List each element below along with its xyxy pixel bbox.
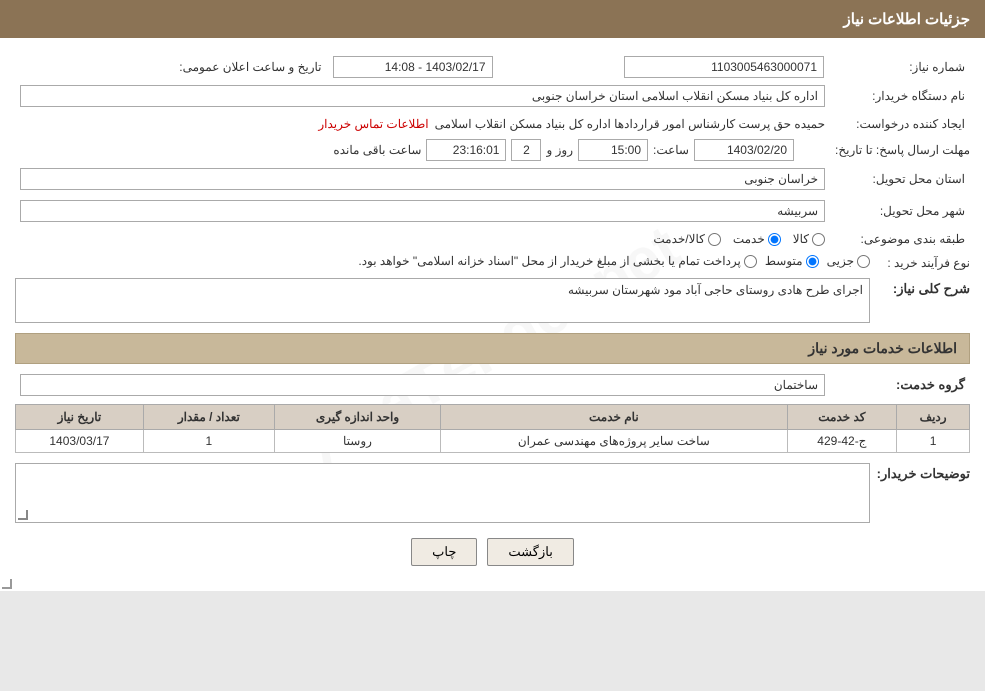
print-button[interactable]: چاپ [411, 538, 477, 566]
category-radio-group: کالا خدمت کالا/خدمت [20, 232, 825, 246]
city-value: سربیشه [20, 200, 825, 222]
process-label: نوع فرآیند خرید : [870, 254, 970, 270]
buttons-row: چاپ بازگشت [15, 538, 970, 566]
col-header-code: کد خدمت [787, 405, 897, 430]
process-jozi-label: جزیی [827, 254, 854, 268]
back-button[interactable]: بازگشت [487, 538, 573, 566]
category-khedmat-label: خدمت [733, 232, 765, 246]
col-header-unit: واحد اندازه گیری [274, 405, 440, 430]
cell-row: 1 [897, 430, 970, 453]
remaining-days: 2 [511, 139, 541, 161]
process-options: جزیی متوسط پرداخت تمام یا بخشی از مبلغ خ… [358, 254, 870, 268]
process-esnad-label: پرداخت تمام یا بخشی از مبلغ خریدار از مح… [358, 254, 741, 268]
category-option-kala[interactable]: کالا [793, 232, 825, 246]
process-mutavasset[interactable]: متوسط [765, 254, 819, 268]
cell-quantity: 1 [143, 430, 274, 453]
page-title: جزئیات اطلاعات نیاز [844, 11, 971, 28]
buyer-name-label: نام دستگاه خریدار: [830, 87, 970, 105]
category-radio-kala[interactable] [812, 233, 825, 246]
buyer-desc-resize[interactable] [18, 510, 28, 520]
process-jozi[interactable]: جزیی [827, 254, 870, 268]
announce-datetime-label: تاریخ و ساعت اعلان عمومی: [174, 58, 326, 76]
deadline-time: 15:00 [578, 139, 648, 161]
remaining-time: 23:16:01 [426, 139, 506, 161]
announce-datetime-value: 1403/02/17 - 14:08 [333, 56, 493, 78]
need-description-value: اجرای طرح هادی روستای حاجی آباد مود شهرس… [568, 283, 863, 297]
service-group-value: ساختمان [20, 374, 825, 396]
process-radio-esnad[interactable] [744, 255, 757, 268]
category-option-kala-khedmat[interactable]: کالا/خدمت [653, 232, 720, 246]
col-header-qty: تعداد / مقدار [143, 405, 274, 430]
category-radio-kala-khedmat[interactable] [708, 233, 721, 246]
deadline-date: 1403/02/20 [694, 139, 794, 161]
cell-date: 1403/03/17 [16, 430, 144, 453]
need-description-box: اجرای طرح هادی روستای حاجی آباد مود شهرس… [15, 278, 870, 323]
process-esnad[interactable]: پرداخت تمام یا بخشی از مبلغ خریدار از مح… [358, 254, 757, 268]
cell-code: ج-42-429 [787, 430, 897, 453]
service-group-label: گروه خدمت: [830, 375, 970, 395]
buyer-desc-box [15, 463, 870, 523]
creator-label: ایجاد کننده درخواست: [830, 115, 970, 133]
resize-handle[interactable] [2, 579, 12, 589]
deadline-time-label: ساعت: [653, 143, 689, 157]
process-radio-jozi[interactable] [857, 255, 870, 268]
services-table: ردیف کد خدمت نام خدمت واحد اندازه گیری ت… [15, 404, 970, 453]
city-label: شهر محل تحویل: [830, 202, 970, 220]
services-section-title: اطلاعات خدمات مورد نیاز [15, 333, 970, 364]
col-header-date: تاریخ نیاز [16, 405, 144, 430]
remaining-suffix: ساعت باقی مانده [333, 143, 421, 157]
need-description-label: شرح کلی نیاز: [870, 278, 970, 297]
need-number-value: 1103005463000071 [624, 56, 824, 78]
response-deadline-label: مهلت ارسال پاسخ: تا تاریخ: [800, 143, 970, 157]
contact-link[interactable]: اطلاعات تماس خریدار [318, 117, 428, 131]
remaining-days-label: روز و [546, 143, 573, 157]
process-mutavasset-label: متوسط [765, 254, 803, 268]
col-header-name: نام خدمت [441, 405, 787, 430]
province-label: استان محل تحویل: [830, 170, 970, 188]
province-value: خراسان جنوبی [20, 168, 825, 190]
category-kala-label: کالا [793, 232, 809, 246]
need-number-label: شماره نیاز: [830, 58, 970, 76]
category-label: طبقه بندی موضوعی: [830, 230, 970, 248]
page-header: جزئیات اطلاعات نیاز [0, 0, 985, 38]
category-radio-khedmat[interactable] [768, 233, 781, 246]
col-header-row: ردیف [897, 405, 970, 430]
category-option-khedmat[interactable]: خدمت [733, 232, 781, 246]
buyer-desc-label: توضیحات خریدار: [870, 463, 970, 482]
cell-name: ساخت سایر پروژه‌های مهندسی عمران [441, 430, 787, 453]
creator-value: حمیده حق پرست کارشناس امور قراردادها ادا… [435, 117, 825, 131]
process-radio-mutavasset[interactable] [806, 255, 819, 268]
cell-unit: روستا [274, 430, 440, 453]
category-kala-khedmat-label: کالا/خدمت [653, 232, 704, 246]
buyer-name-value: اداره کل بنیاد مسکن انقلاب اسلامی استان … [20, 85, 825, 107]
table-row: 1ج-42-429ساخت سایر پروژه‌های مهندسی عمرا… [16, 430, 970, 453]
